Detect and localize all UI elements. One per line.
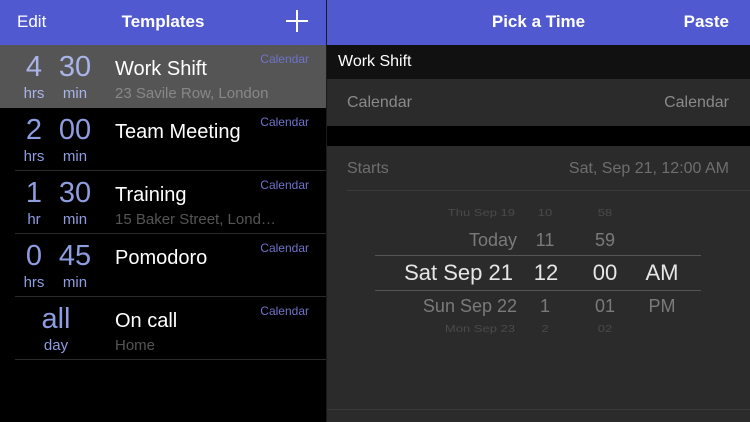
template-location: 15 Baker Street, Lond… (115, 211, 276, 228)
duration-minutes-unit: min (62, 148, 88, 165)
date-time-picker[interactable]: Thu Sep 19 10 58 Today 11 59 Sat Sep 21 … (327, 191, 750, 409)
template-title: Training (115, 184, 187, 206)
duration-hours-unit: hrs (23, 148, 45, 165)
duration-hours-unit: hrs (23, 274, 45, 291)
calendar-value: Calendar (664, 94, 729, 111)
duration-minutes: 30 (58, 51, 92, 83)
picker-selection-top-line (375, 255, 701, 256)
duration-minutes-unit: min (62, 85, 88, 102)
section-gap (327, 126, 750, 146)
duration-minutes-unit: min (62, 274, 88, 291)
calendar-label: Calendar (347, 94, 412, 111)
template-row[interactable]: 1 hr 30 min Training 15 Baker Street, Lo… (0, 171, 326, 234)
picker-date-option[interactable]: Sun Sep 22 (367, 296, 517, 317)
event-name: Work Shift (338, 53, 412, 70)
picker-ampm-option[interactable]: PM (641, 296, 683, 317)
calendar-row[interactable]: Calendar Calendar (327, 79, 750, 126)
starts-row[interactable]: Starts Sat, Sep 21, 12:00 AM (327, 146, 750, 191)
calendar-tag: Calendar (260, 304, 309, 318)
calendar-tag: Calendar (260, 52, 309, 66)
template-location: Home (115, 337, 156, 354)
picker-nav-bar: Pick a Time Paste (327, 0, 750, 45)
template-row[interactable]: 0 hrs 45 min Pomodoro Calendar (0, 234, 326, 297)
duration-minutes: 30 (58, 177, 92, 209)
picker-selection-bottom-line (375, 290, 701, 291)
templates-nav-bar: Edit Templates (0, 0, 326, 45)
picker-hour-option[interactable]: 10 (527, 207, 563, 219)
duration-all-unit: day (43, 337, 69, 354)
picker-ampm-selected[interactable]: AM (641, 260, 683, 286)
duration-hours: 4 (25, 51, 43, 83)
picker-hour-selected[interactable]: 12 (527, 260, 565, 286)
picker-minute-option[interactable]: 02 (585, 323, 625, 335)
event-detail-pane: Work Shift Calendar Calendar Starts Sat,… (327, 45, 750, 422)
duration-hours-unit: hr (27, 211, 41, 228)
duration-all: all (41, 303, 71, 335)
event-name-field[interactable]: Work Shift (327, 45, 750, 79)
row-divider (327, 409, 750, 410)
picker-date-option[interactable]: Today (367, 230, 517, 251)
starts-label: Starts (347, 160, 389, 177)
picker-date-option[interactable]: Thu Sep 19 (367, 207, 515, 219)
template-row[interactable]: all day On call Home Calendar (0, 297, 326, 360)
duration-hours: 2 (25, 114, 43, 146)
calendar-tag: Calendar (260, 178, 309, 192)
picker-minute-option[interactable]: 59 (585, 230, 625, 251)
picker-hour-option[interactable]: 11 (527, 230, 563, 251)
picker-date-option[interactable]: Mon Sep 23 (367, 323, 515, 335)
duration-hours: 0 (25, 240, 43, 272)
template-location: 23 Savile Row, London (115, 85, 269, 102)
picker-minute-selected[interactable]: 00 (585, 260, 625, 286)
starts-value: Sat, Sep 21, 12:00 AM (568, 160, 729, 177)
duration-minutes: 00 (58, 114, 92, 146)
add-template-icon[interactable] (286, 10, 308, 32)
picker-hour-option[interactable]: 2 (527, 323, 563, 335)
template-row[interactable]: 4 hrs 30 min Work Shift 23 Savile Row, L… (0, 45, 326, 108)
picker-minute-option[interactable]: 58 (585, 207, 625, 219)
calendar-tag: Calendar (260, 241, 309, 255)
picker-minute-option[interactable]: 01 (585, 296, 625, 317)
paste-button[interactable]: Paste (684, 12, 729, 32)
duration-hours-unit: hrs (23, 85, 45, 102)
template-title: On call (115, 310, 178, 332)
template-row[interactable]: 2 hrs 00 min Team Meeting Calendar (0, 108, 326, 171)
duration-minutes: 45 (58, 240, 92, 272)
template-title: Team Meeting (115, 121, 241, 143)
picker-hour-option[interactable]: 1 (527, 296, 563, 317)
templates-pane: Edit Templates 4 hrs 30 min Work Shift 2… (0, 0, 326, 422)
calendar-tag: Calendar (260, 115, 309, 129)
template-title: Work Shift (115, 58, 207, 80)
duration-minutes-unit: min (62, 211, 88, 228)
duration-hours: 1 (25, 177, 43, 209)
picker-date-selected[interactable]: Sat Sep 21 (367, 260, 513, 286)
templates-title: Templates (121, 12, 205, 31)
template-title: Pomodoro (115, 247, 208, 269)
row-divider (15, 359, 326, 360)
